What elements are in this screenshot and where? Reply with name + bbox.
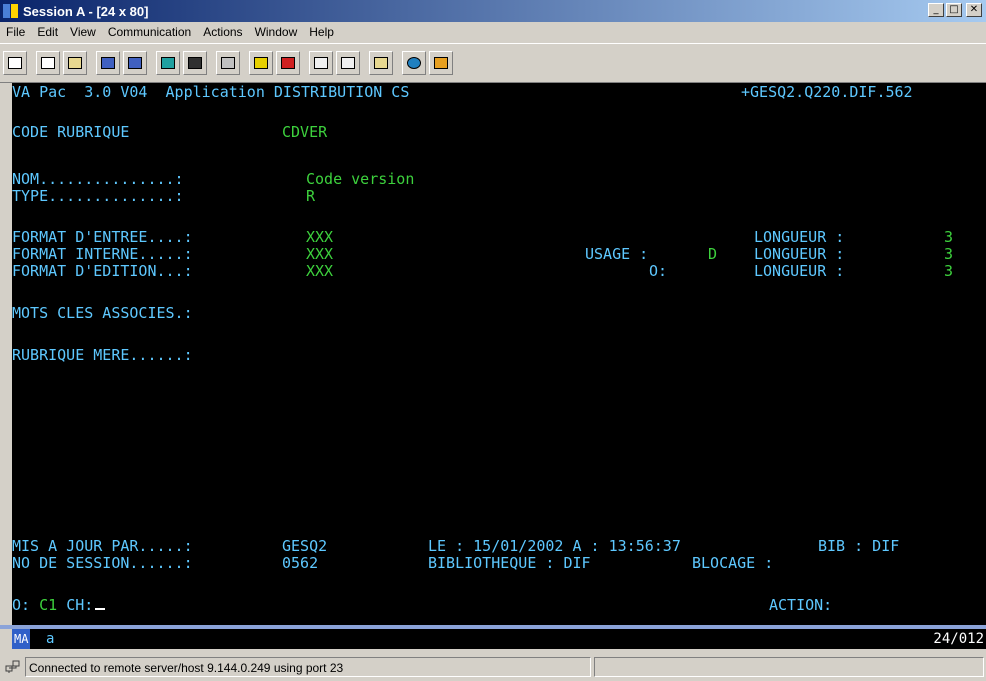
cmd-ch-label: CH: <box>66 596 94 614</box>
clipboard-icon[interactable] <box>369 51 393 75</box>
oia-mode: MA <box>12 629 31 649</box>
oia-indicator: a <box>46 631 55 647</box>
cursor <box>95 608 106 610</box>
receive-icon[interactable] <box>123 51 147 75</box>
status-message: Connected to remote server/host 9.144.0.… <box>25 656 591 677</box>
menu-file[interactable]: File <box>0 25 31 39</box>
color-icon[interactable] <box>183 51 207 75</box>
rubrique-mere-label: RUBRIQUE MERE......: <box>12 346 193 364</box>
status-bar: Connected to remote server/host 9.144.0.… <box>0 652 986 681</box>
globe-icon[interactable] <box>402 51 426 75</box>
cmd-o-label: O: <box>12 596 31 614</box>
menu-window[interactable]: Window <box>249 25 304 39</box>
format-interne-label: FORMAT INTERNE.....: <box>12 245 193 263</box>
menu-communication[interactable]: Communication <box>102 25 197 39</box>
pencil-icon[interactable] <box>429 51 453 75</box>
screen-header-id: +GESQ2.Q220.DIF.562 <box>741 83 913 101</box>
longueur-value-2: 3 <box>944 245 954 263</box>
action-label: ACTION: <box>769 596 833 614</box>
keyboard-map-icon[interactable] <box>216 51 240 75</box>
print-screen-icon[interactable] <box>3 51 27 75</box>
o-label: O: <box>649 262 668 280</box>
mis-a-jour-label: MIS A JOUR PAR.....: <box>12 537 193 555</box>
mis-a-jour-value: GESQ2 <box>282 537 328 555</box>
command-line[interactable]: O: C1 CH: <box>12 596 106 614</box>
status-panel-2 <box>594 656 984 677</box>
copy-icon[interactable] <box>36 51 60 75</box>
menu-actions[interactable]: Actions <box>197 25 248 39</box>
longueur-label-3: LONGUEUR : <box>754 262 845 280</box>
toolbar <box>0 43 986 83</box>
menu-view[interactable]: View <box>64 25 102 39</box>
terminal-screen[interactable]: VA Pac 3.0 V04 Application DISTRIBUTION … <box>12 83 986 629</box>
cursor-position: 24/012 <box>933 631 984 647</box>
menu-edit[interactable]: Edit <box>31 25 64 39</box>
maximize-button[interactable]: □ <box>946 3 962 17</box>
le-datetime: LE : 15/01/2002 A : 13:56:37 <box>428 537 681 555</box>
blocage-label: BLOCAGE : <box>692 554 774 572</box>
format-edition-value: XXX <box>306 262 334 280</box>
type-label: TYPE..............: <box>12 187 184 205</box>
title-bar: Session A - [24 x 80] _ □ ✕ <box>0 0 986 22</box>
paste-icon[interactable] <box>63 51 87 75</box>
macro-stop-icon[interactable] <box>276 51 300 75</box>
screen-header: VA Pac 3.0 V04 Application DISTRIBUTION … <box>12 83 410 101</box>
menu-bar: File Edit View Communication Actions Win… <box>0 22 986 42</box>
usage-value: D <box>708 245 718 263</box>
cmd-c1: C1 <box>39 596 58 614</box>
longueur-value-1: 3 <box>944 228 954 246</box>
bib-value: BIB : DIF <box>818 537 900 555</box>
display-setup-icon[interactable] <box>156 51 180 75</box>
format-entree-label: FORMAT D'ENTREE....: <box>12 228 193 246</box>
longueur-value-3: 3 <box>944 262 954 280</box>
usage-label: USAGE : <box>585 245 649 263</box>
minimize-button[interactable]: _ <box>928 3 944 17</box>
no-session-value: 0562 <box>282 554 319 572</box>
macro-record-icon[interactable] <box>249 51 273 75</box>
longueur-label-2: LONGUEUR : <box>754 245 845 263</box>
operator-info-area: MA a 24/012 <box>12 629 986 649</box>
close-button[interactable]: ✕ <box>966 3 982 17</box>
code-rubrique-value: CDVER <box>282 123 328 141</box>
format-interne-value: XXX <box>306 245 334 263</box>
type-value: R <box>306 187 316 205</box>
code-rubrique-label: CODE RUBRIQUE <box>12 123 130 141</box>
app-icon <box>3 4 19 18</box>
macro-play-icon[interactable] <box>309 51 333 75</box>
nom-value: Code version <box>306 170 415 188</box>
no-session-label: NO DE SESSION......: <box>12 554 193 572</box>
send-icon[interactable] <box>96 51 120 75</box>
nom-label: NOM...............: <box>12 170 184 188</box>
network-icon <box>5 660 20 673</box>
window-title: Session A - [24 x 80] <box>23 3 149 19</box>
menu-help[interactable]: Help <box>303 25 340 39</box>
format-entree-value: XXX <box>306 228 334 246</box>
bibliotheque-value: BIBLIOTHEQUE : DIF <box>428 554 591 572</box>
mots-cles-label: MOTS CLES ASSOCIES.: <box>12 304 193 322</box>
macro-play2-icon[interactable] <box>336 51 360 75</box>
format-edition-label: FORMAT D'EDITION...: <box>12 262 193 280</box>
longueur-label-1: LONGUEUR : <box>754 228 845 246</box>
